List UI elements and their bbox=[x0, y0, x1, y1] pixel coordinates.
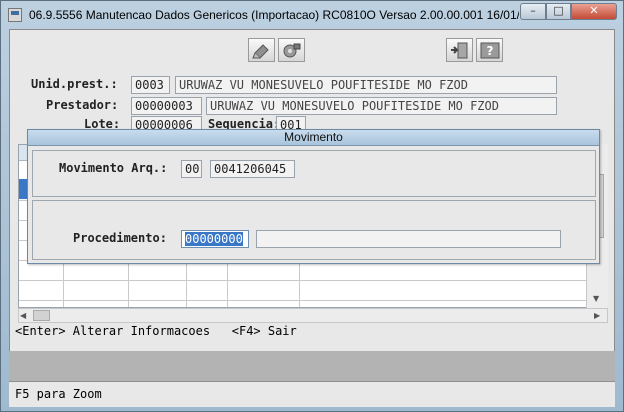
edit-icon[interactable] bbox=[248, 38, 275, 62]
movimento-group: Movimento Arq.: 00 0041206045 bbox=[32, 150, 596, 197]
close-button[interactable]: ✕ bbox=[571, 3, 617, 20]
unid-prest-code-field: 0003 bbox=[131, 76, 170, 94]
unid-prest-name-field: URUWAZ VU MONESUVELO POUFITESIDE MO FZOD bbox=[175, 76, 557, 94]
prestador-label: Prestador: bbox=[46, 98, 119, 112]
prestador-code-field: 00000003 bbox=[131, 97, 202, 115]
scroll-left-arrow-icon[interactable]: ◀ bbox=[20, 310, 30, 321]
procedimento-description-field bbox=[256, 230, 561, 248]
horizontal-scroll-thumb[interactable] bbox=[33, 310, 50, 321]
dialog-title: Movimento bbox=[28, 130, 599, 146]
window-title: 06.9.5556 Manutencao Dados Genericos (Im… bbox=[29, 8, 519, 22]
procedimento-label: Procedimento: bbox=[73, 231, 167, 245]
table-row[interactable] bbox=[19, 281, 607, 301]
settings-icon[interactable] bbox=[278, 38, 305, 62]
movimento-number-field: 0041206045 bbox=[210, 160, 295, 178]
procedimento-value: 00000000 bbox=[185, 232, 243, 246]
svg-text:?: ? bbox=[487, 44, 494, 58]
app-icon bbox=[8, 8, 22, 22]
status-bar: F5 para Zoom bbox=[9, 381, 615, 407]
minimize-button[interactable]: – bbox=[520, 3, 546, 20]
application-window: 06.9.5556 Manutencao Dados Genericos (Im… bbox=[0, 0, 624, 412]
unid-prest-label: Unid.prest.: bbox=[31, 77, 118, 91]
scroll-right-arrow-icon[interactable]: ▶ bbox=[594, 310, 604, 321]
title-bar[interactable]: 06.9.5556 Manutencao Dados Genericos (Im… bbox=[1, 1, 623, 29]
scroll-down-arrow-icon[interactable]: ▼ bbox=[593, 294, 599, 303]
procedimento-group: Procedimento: 00000000 bbox=[32, 200, 596, 260]
status-text: F5 para Zoom bbox=[15, 387, 102, 401]
table-row[interactable] bbox=[19, 261, 607, 281]
help-icon[interactable]: ? bbox=[476, 38, 503, 62]
exit-icon[interactable] bbox=[446, 38, 473, 62]
movimento-code-field: 00 bbox=[181, 160, 202, 178]
status-band bbox=[9, 351, 615, 381]
procedimento-input[interactable]: 00000000 bbox=[181, 230, 249, 248]
prestador-name-field: URUWAZ VU MONESUVELO POUFITESIDE MO FZOD bbox=[206, 97, 557, 115]
movimento-arq-label: Movimento Arq.: bbox=[59, 161, 168, 175]
table-row[interactable] bbox=[19, 301, 607, 307]
horizontal-scrollbar[interactable]: ◀ ▶ bbox=[18, 308, 608, 323]
movimento-dialog: Movimento Movimento Arq.: 00 0041206045 … bbox=[27, 129, 600, 264]
keyboard-hints: <Enter> Alterar Informacoes <F4> Sair bbox=[15, 324, 297, 338]
maximize-button[interactable]: □ bbox=[546, 3, 571, 20]
